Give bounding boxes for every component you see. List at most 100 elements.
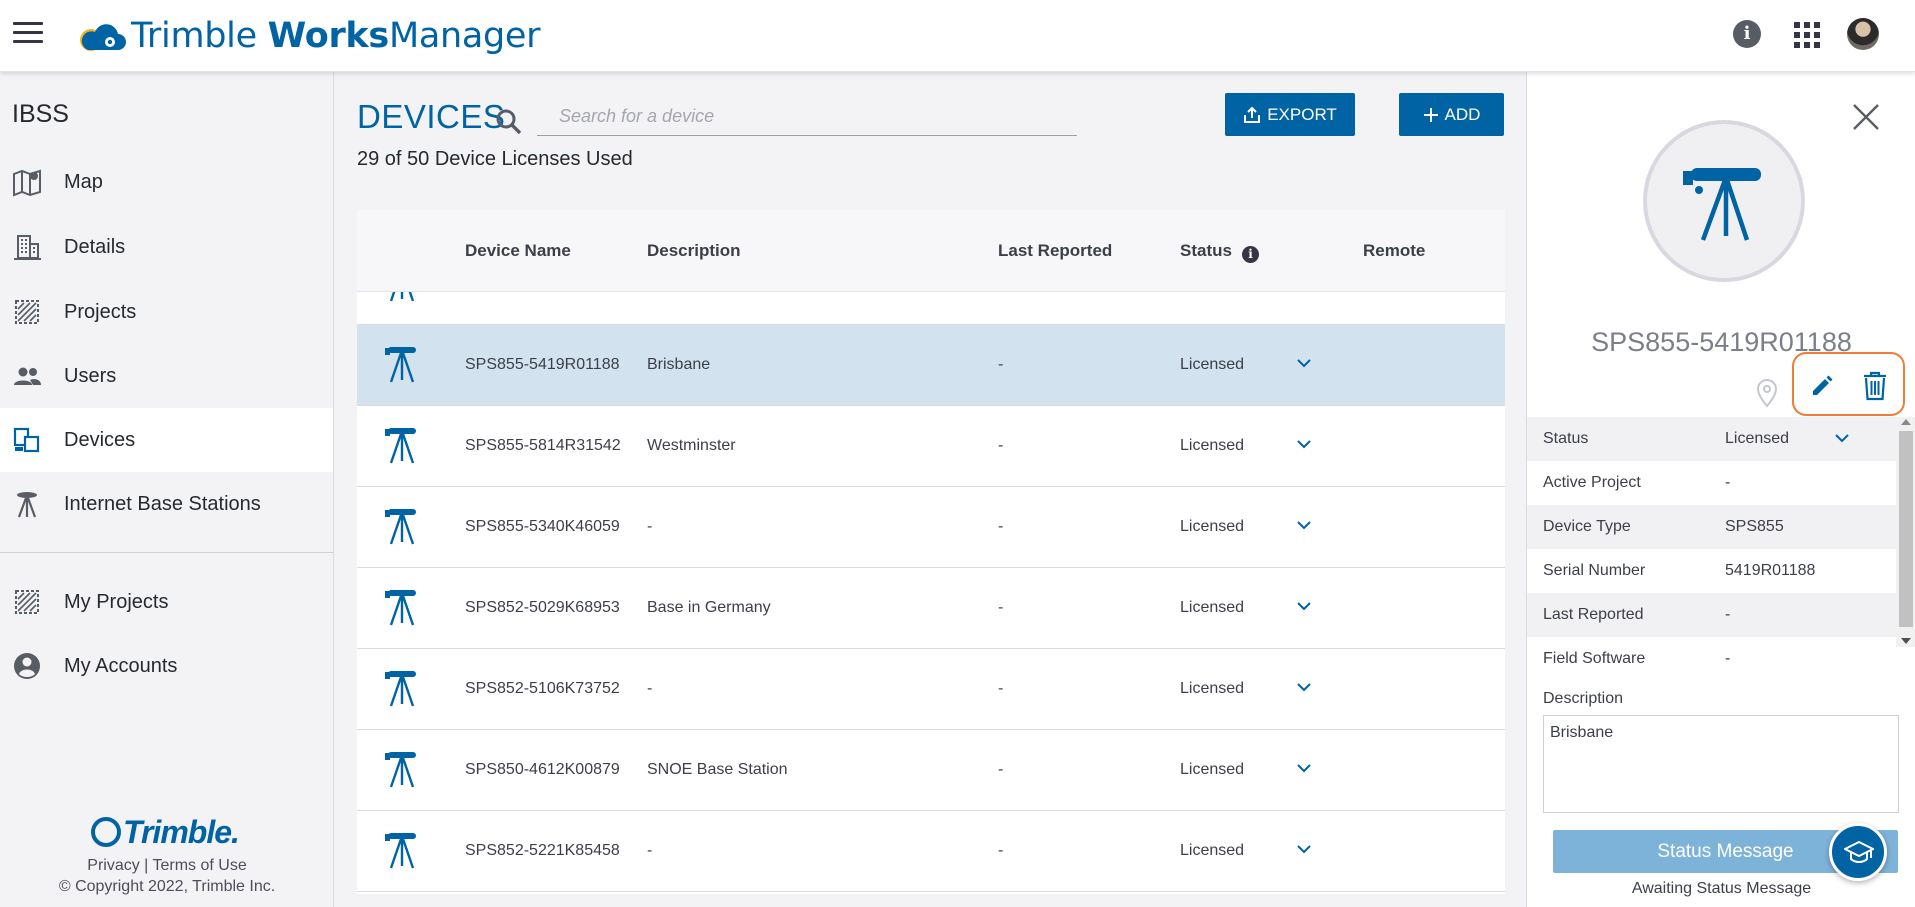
last-reported-cell: - (998, 680, 1004, 697)
table-row[interactable]: SPS855-5814R31542 Westminster - Licensed (357, 406, 1505, 487)
chevron-down-icon[interactable] (1294, 596, 1314, 616)
sidebar-item-my-accounts[interactable]: My Accounts (0, 634, 333, 698)
search-icon[interactable] (495, 108, 523, 136)
status-cell[interactable]: Licensed (1180, 406, 1244, 486)
sidebar-item-internet-base-stations[interactable]: Internet Base Stations (0, 472, 333, 536)
status-cell[interactable]: Licensed (1180, 487, 1244, 567)
properties-scrollbar[interactable] (1896, 417, 1915, 647)
column-header-description[interactable]: Description (647, 210, 741, 292)
chevron-down-icon[interactable] (1294, 434, 1314, 454)
table-row[interactable]: SPS852-5106K73752 - - Licensed (357, 649, 1505, 730)
property-field-software: Field Software - (1527, 637, 1896, 681)
hatched-project-icon (15, 300, 39, 324)
export-button[interactable]: EXPORT (1225, 93, 1355, 136)
delete-trash-icon[interactable] (1861, 370, 1889, 402)
column-header-remote: Remote (1363, 241, 1426, 260)
property-status: Status Licensed (1527, 417, 1896, 461)
property-key: Active Project (1543, 474, 1641, 491)
sidebar-item-map[interactable]: Map (0, 150, 333, 214)
status-info-icon[interactable]: i (1241, 246, 1259, 263)
chevron-down-icon[interactable] (1294, 515, 1314, 535)
add-label: ADD (1444, 104, 1481, 124)
chevron-down-icon[interactable] (1833, 429, 1851, 447)
plus-icon (1423, 107, 1438, 122)
last-reported-cell: - (998, 761, 1004, 778)
description-cell: Brisbane (647, 356, 711, 373)
close-icon[interactable] (1851, 102, 1881, 132)
sidebar-item-label: Devices (64, 428, 136, 451)
sidebar-item-projects[interactable]: Projects (0, 280, 333, 344)
status-cell[interactable]: Licensed (1180, 325, 1244, 405)
status-cell[interactable]: Licensed (1180, 730, 1244, 810)
property-value: SPS855 (1725, 518, 1784, 535)
description-cell: Base in Germany (647, 599, 771, 616)
apps-grid-icon[interactable] (1794, 22, 1820, 48)
add-device-button[interactable]: ADD (1399, 93, 1504, 136)
user-avatar[interactable] (1847, 18, 1879, 50)
location-pin-icon (1756, 378, 1778, 408)
sidebar-item-label: Projects (64, 300, 137, 323)
hatched-project-icon (15, 590, 39, 614)
table-row[interactable]: SPS852-5029K68953 Base in Germany - License… (357, 568, 1505, 649)
map-icon (13, 169, 41, 197)
status-cell[interactable]: Licensed (1180, 649, 1244, 729)
edit-pencil-icon[interactable] (1808, 372, 1836, 400)
property-key: Serial Number (1543, 562, 1646, 579)
table-header: Device Name Description Last Reported St… (357, 210, 1505, 292)
chevron-down-icon[interactable] (1294, 677, 1314, 697)
property-value: - (1725, 474, 1731, 491)
info-icon[interactable]: i (1733, 20, 1761, 48)
chevron-down-icon[interactable] (1294, 353, 1314, 373)
description-field[interactable]: Brisbane (1543, 715, 1899, 813)
column-header-status[interactable]: Status i (1180, 210, 1259, 292)
property-last-reported: Last Reported - (1527, 593, 1896, 637)
learning-help-button[interactable] (1829, 823, 1887, 881)
page-title: DEVICES (357, 98, 506, 135)
users-icon (14, 367, 41, 385)
property-key: Field Software (1543, 650, 1646, 667)
trimble-footer-logo: Trimble. (91, 814, 240, 851)
description-cell: - (647, 842, 653, 859)
table-row[interactable]: SPS852-5221K85458 - - Licensed (357, 811, 1505, 892)
terms-link[interactable]: Terms of Use (152, 857, 246, 874)
table-row[interactable]: SPS855-5419R01188 Brisbane - Licensed (357, 325, 1505, 406)
sidebar-item-details[interactable]: Details (0, 215, 333, 279)
search-input[interactable] (537, 98, 1077, 136)
column-header-device-name[interactable]: Device Name (465, 210, 571, 292)
tripod-icon (385, 509, 416, 545)
device-avatar (1643, 120, 1805, 282)
device-name-cell: SPS852-5029K68953 (465, 599, 620, 616)
column-header-last-reported[interactable]: Last Reported (998, 210, 1112, 292)
awaiting-status-text: Awaiting Status Message (1631, 880, 1812, 897)
property-serial-number: Serial Number 5419R01188 (1527, 549, 1896, 593)
privacy-link[interactable]: Privacy (87, 857, 139, 874)
export-icon (1244, 106, 1261, 123)
tripod-icon (385, 833, 416, 869)
org-name: IBSS (12, 100, 69, 128)
sidebar-item-users[interactable]: Users (0, 344, 333, 408)
last-reported-cell: - (998, 437, 1004, 454)
description-cell: - (647, 518, 653, 535)
property-device-type: Device Type SPS855 (1527, 505, 1896, 549)
menu-icon[interactable] (13, 22, 43, 48)
table-row[interactable]: SPS855-5340K46059 - - Licensed (357, 487, 1505, 568)
sidebar-item-my-projects[interactable]: My Projects (0, 570, 333, 634)
sidebar-item-devices[interactable]: Devices (0, 408, 333, 472)
status-cell[interactable]: Licensed (1180, 811, 1244, 891)
table-row[interactable]: SPS850-4612K00879 SNOE Base Station - Licen… (357, 730, 1505, 811)
device-name-cell: SPS852-5106K73752 (465, 680, 620, 697)
chevron-down-icon[interactable] (1294, 758, 1314, 778)
status-select-value[interactable]: Licensed (1725, 417, 1789, 461)
device-name-cell: SPS855-5419R01188 (465, 356, 620, 373)
description-cell: SNOE Base Station (647, 761, 788, 778)
last-reported-cell: - (998, 842, 1004, 859)
last-reported-cell: - (998, 356, 1004, 373)
property-value: - (1725, 650, 1731, 667)
status-cell[interactable]: Licensed (1180, 568, 1244, 648)
chevron-down-icon[interactable] (1294, 839, 1314, 859)
sidebar-item-label: Internet Base Stations (64, 492, 261, 515)
property-active-project: Active Project - (1527, 461, 1896, 505)
devices-table: Device Name Description Last Reported St… (357, 210, 1505, 894)
export-label: EXPORT (1267, 104, 1337, 124)
tripod-icon (385, 671, 416, 707)
